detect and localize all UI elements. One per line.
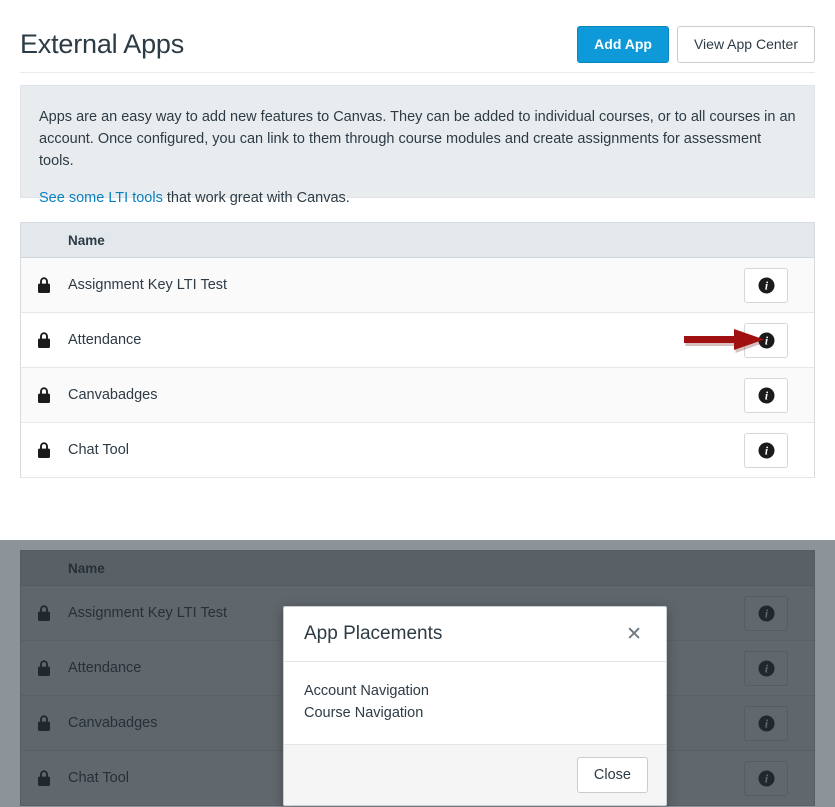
info-icon: i <box>758 442 775 459</box>
table-row[interactable]: Canvabadges i <box>21 368 814 423</box>
action-cell: i <box>744 433 814 468</box>
table-header-row: Name <box>21 223 814 258</box>
app-name: Canvabadges <box>66 387 744 403</box>
info-icon: i <box>758 277 775 294</box>
lock-cell <box>21 277 66 294</box>
info-banner-link-suffix: that work great with Canvas. <box>163 190 350 206</box>
info-banner: Apps are an easy way to add new features… <box>20 85 815 198</box>
info-icon: i <box>758 387 775 404</box>
table-header-name: Name <box>66 233 744 248</box>
page-header: External Apps Add App View App Center <box>20 18 815 70</box>
header-divider <box>20 72 815 73</box>
info-banner-text: Apps are an easy way to add new features… <box>39 106 796 172</box>
lti-tools-link[interactable]: See some LTI tools <box>39 190 163 206</box>
info-icon: i <box>758 332 775 349</box>
app-name: Assignment Key LTI Test <box>66 277 744 293</box>
lock-icon <box>37 442 51 459</box>
app-name: Attendance <box>66 332 744 348</box>
table-row[interactable]: Attendance i <box>21 313 814 368</box>
app-info-button[interactable]: i <box>744 323 788 358</box>
modal-header: App Placements ✕ <box>284 607 666 662</box>
modal-footer: Close <box>284 745 666 805</box>
info-banner-link-line: See some LTI tools that work great with … <box>39 187 796 209</box>
modal-body: Account Navigation Course Navigation <box>284 662 666 745</box>
external-apps-page: External Apps Add App View App Center Ap… <box>0 0 835 540</box>
header-actions: Add App View App Center <box>577 26 815 63</box>
lock-icon <box>37 387 51 404</box>
view-app-center-button[interactable]: View App Center <box>677 26 815 63</box>
lock-cell <box>21 387 66 404</box>
app-placements-modal: App Placements ✕ Account Navigation Cour… <box>283 606 667 806</box>
table-row[interactable]: Chat Tool i <box>21 423 814 478</box>
app-info-button[interactable]: i <box>744 268 788 303</box>
action-cell: i <box>744 378 814 413</box>
placement-item: Account Navigation <box>304 680 646 702</box>
table-row[interactable]: Assignment Key LTI Test i <box>21 258 814 313</box>
external-apps-table: Name Assignment Key LTI Test i <box>20 222 815 478</box>
screenshot-root: External Apps Add App View App Center Ap… <box>0 0 835 807</box>
app-name: Chat Tool <box>66 442 744 458</box>
lock-icon <box>37 277 51 294</box>
action-cell: i <box>744 268 814 303</box>
app-info-button[interactable]: i <box>744 433 788 468</box>
external-apps-page-with-modal: Name Assignment Key LTI Test <box>0 540 835 807</box>
lock-cell <box>21 442 66 459</box>
action-cell: i <box>744 323 814 358</box>
modal-title: App Placements <box>304 623 442 645</box>
close-button[interactable]: Close <box>577 757 648 793</box>
lock-icon <box>37 332 51 349</box>
close-icon[interactable]: ✕ <box>622 623 646 646</box>
lock-cell <box>21 332 66 349</box>
app-info-button[interactable]: i <box>744 378 788 413</box>
page-title: External Apps <box>20 31 184 58</box>
placement-item: Course Navigation <box>304 702 646 724</box>
add-app-button[interactable]: Add App <box>577 26 669 63</box>
